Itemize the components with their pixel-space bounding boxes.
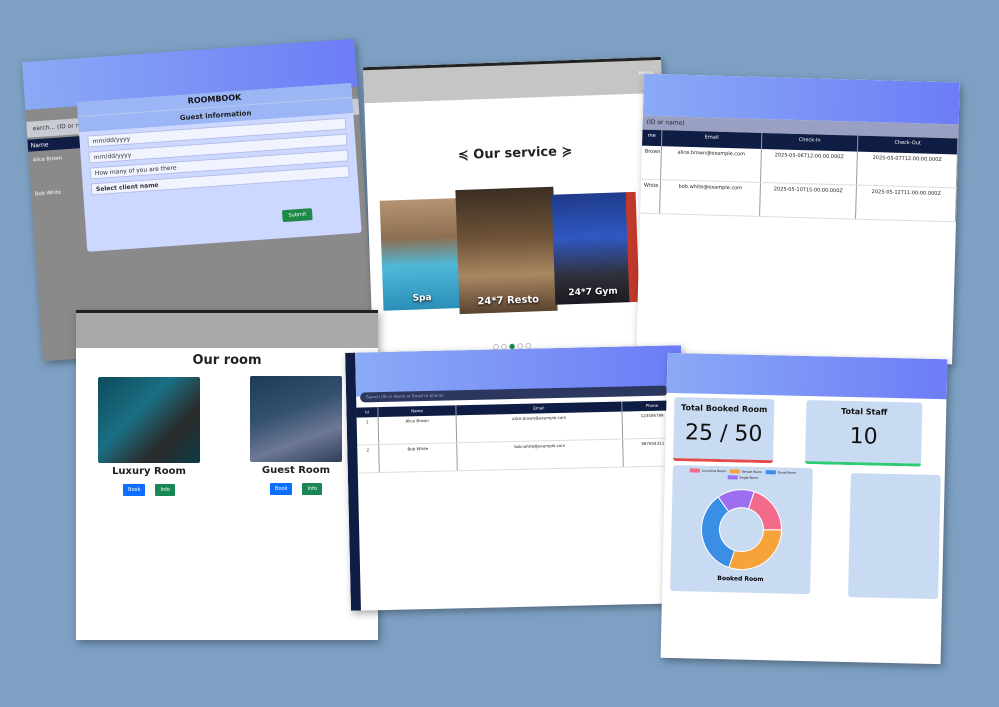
resto-label: 24*7 Resto	[477, 294, 540, 308]
room-name: Guest Room	[261, 465, 331, 476]
booked-room-chart: Luxurious Room Deluxe Room Guest Room Singl…	[670, 465, 813, 595]
dashboard-window: Total Booked Room 25 / 50 Total Staff 10…	[660, 352, 948, 665]
booked-room-stat: Total Booked Room 25 / 50	[673, 397, 775, 464]
stat-value: 10	[849, 424, 878, 450]
legend-label: Deluxe Room	[741, 469, 762, 475]
luxury-room-image	[98, 377, 200, 463]
guest-info-modal: ROOMBOOK Guest information mm/dd/yyyy mm…	[76, 83, 362, 252]
info-button[interactable]: Info	[155, 484, 175, 496]
donut-slice[interactable]	[747, 491, 783, 531]
cell: 2025-05-06T12:00:00.000Z	[761, 148, 858, 185]
col-name: me	[641, 129, 663, 147]
empty-chart-panel	[848, 473, 941, 600]
cell: 1	[356, 417, 380, 445]
legend-swatch	[765, 470, 776, 475]
resto-slide[interactable]: 24*7 Resto	[455, 186, 558, 315]
legend-item[interactable]: Guest Room	[765, 470, 796, 475]
cell: 2025-05-07T12:00:00.000Z	[856, 151, 958, 188]
book-button[interactable]: Book	[123, 484, 146, 496]
guests-table: Id Name Email Phone 1 Alice Brown alice.…	[356, 400, 684, 474]
gym-label: 24*7 Gym	[568, 286, 618, 299]
cell: bob.white@example.com	[457, 439, 624, 471]
cell: 2025-05-12T11:00:00.000Z	[856, 185, 957, 222]
stat-value: 25 / 50	[684, 420, 763, 448]
stat-title: Total Staff	[841, 406, 888, 417]
info-button[interactable]: Info	[302, 483, 322, 495]
legend-swatch	[689, 468, 700, 473]
cell: White	[640, 179, 662, 214]
cell: alice.brown@example.com	[456, 411, 624, 443]
rooms-title: Our room	[192, 353, 262, 368]
cell: bob.white@example.com	[660, 180, 761, 216]
services-window: Home ≼ Our service ≽ Spa 24*7 Resto 24*7…	[363, 56, 671, 358]
guest-room-image	[250, 376, 342, 462]
spa-label: Spa	[412, 293, 432, 304]
legend-item[interactable]: Deluxe Room	[729, 469, 762, 475]
booking-row: Alice Brown	[32, 155, 63, 164]
gym-slide[interactable]: 24*7 Gym	[551, 192, 632, 305]
booking-row: Bob White	[35, 189, 62, 198]
col-id: Id	[356, 407, 379, 418]
book-button[interactable]: Book	[270, 483, 293, 495]
cell: alice.brown@example.com	[661, 146, 762, 182]
table-row[interactable]: 2 Bob White bob.white@example.com 987654…	[357, 438, 684, 474]
services-title-text: Our service	[473, 144, 558, 163]
rooms-header	[76, 310, 378, 348]
services-header: Home	[363, 56, 663, 104]
rooms-window: Our room Luxury Room Book Info Guest Roo…	[76, 310, 378, 640]
cell: Alice Brown	[378, 415, 458, 445]
dashboard-header	[666, 352, 948, 400]
spa-slide[interactable]: Spa	[379, 198, 462, 311]
staff-stat: Total Staff 10	[805, 400, 923, 467]
cell: 2025-05-10T15:00:00.000Z	[760, 182, 857, 219]
stat-title: Total Booked Room	[681, 403, 768, 415]
donut-chart	[701, 489, 783, 571]
cell: Bob White	[379, 443, 458, 473]
chevron-right-icon: ≽	[561, 144, 573, 160]
cell: 2	[357, 445, 380, 473]
room-card-guest: Guest Room Book Info	[250, 376, 342, 495]
room-name: Luxury Room	[112, 466, 186, 477]
legend-label: Luxurious Room	[701, 468, 726, 474]
cell: Brown	[641, 145, 662, 180]
donut-slice[interactable]	[728, 529, 783, 571]
reservations-window: (ID or name) me Email Check-In Check-Out…	[636, 73, 960, 365]
legend-label: Guest Room	[777, 470, 796, 475]
services-title: ≼ Our service ≽	[366, 141, 664, 166]
room-card-luxury: Luxury Room Book Info	[98, 377, 200, 496]
legend-swatch	[729, 469, 740, 474]
legend-item[interactable]: Luxurious Room	[689, 468, 726, 474]
chevron-left-icon: ≼	[457, 147, 470, 164]
submit-button[interactable]: Submit	[282, 208, 313, 223]
guests-window: Search (ID or Name or Email or phone) Id…	[345, 345, 687, 611]
